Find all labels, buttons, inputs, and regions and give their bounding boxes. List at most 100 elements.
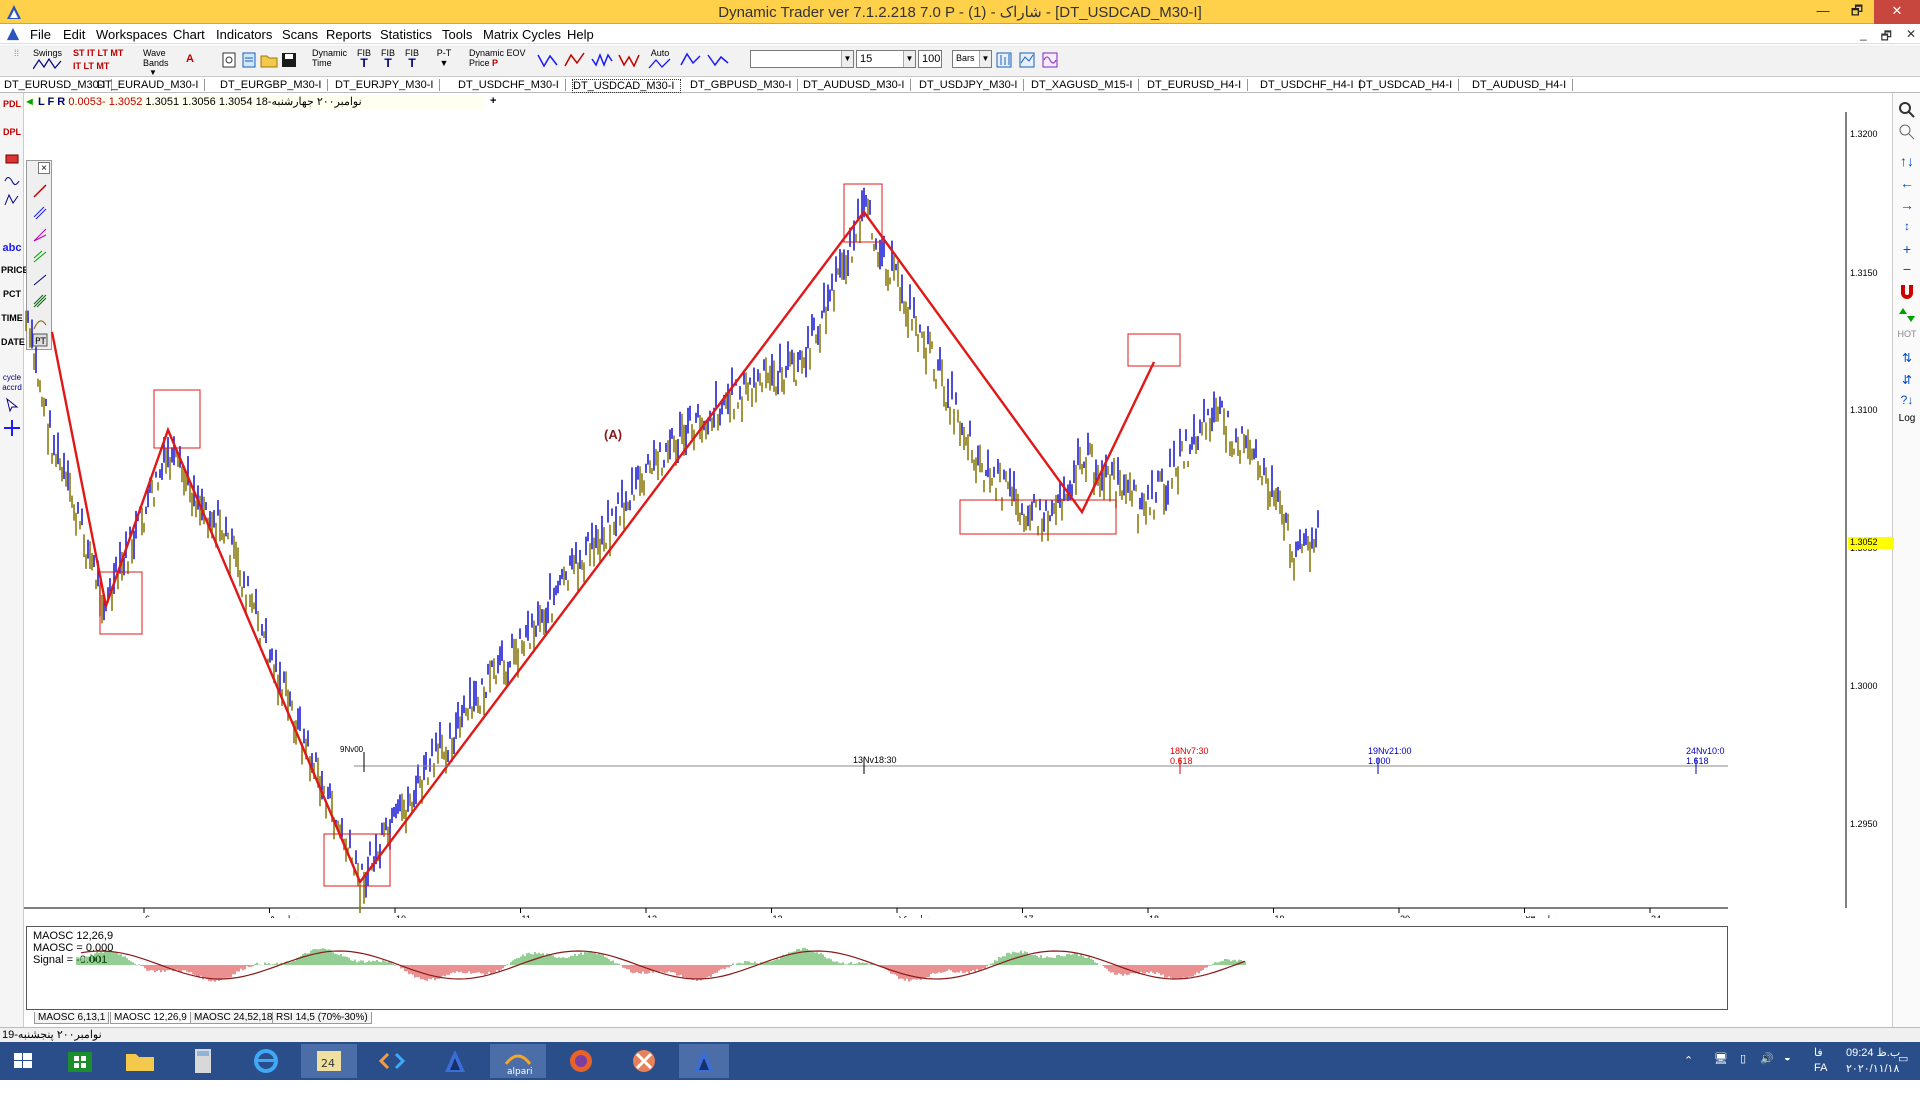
indicator-tab-2[interactable]: MAOSC 12,26,9	[110, 1012, 191, 1024]
tab-eurgbp-m30[interactable]: DT_EURGBP_M30-I	[220, 79, 329, 91]
store-icon[interactable]	[52, 1044, 108, 1078]
pattern-abcd-icon[interactable]	[537, 51, 559, 69]
pattern-zigzag-icon[interactable]	[618, 51, 640, 69]
bars-count-input[interactable]: 100	[918, 50, 942, 68]
a-button[interactable]: A	[186, 54, 198, 80]
pdl-button[interactable]: PDL	[1, 99, 23, 109]
save-icon[interactable]	[280, 51, 298, 69]
swing-mt-button[interactable]: MT	[110, 48, 123, 58]
eraser-icon[interactable]	[4, 151, 20, 167]
pointer-icon[interactable]	[4, 397, 20, 413]
restore-button[interactable]: 🗗	[1840, 0, 1874, 24]
language-indicator[interactable]: FA	[1814, 1062, 1827, 1100]
chart-wave-icon[interactable]	[1041, 51, 1059, 69]
tab-usdchf-m30[interactable]: DT_USDCHF_M30-I	[458, 79, 566, 91]
indicator-panel[interactable]: MAOSC 12,26,9 MAOSC = 0.000 Signal = -0.…	[26, 926, 1728, 1010]
swing-mt-button-2[interactable]: MT	[96, 61, 109, 71]
swing-it-button[interactable]: IT	[87, 48, 95, 58]
up-down-icon[interactable]	[1898, 307, 1916, 323]
swings-button[interactable]: Swings	[32, 48, 69, 74]
menu-tools[interactable]: Tools	[442, 27, 472, 42]
price-button[interactable]: PRICE	[1, 265, 29, 275]
zoom-icon[interactable]	[1898, 101, 1916, 119]
firefox-icon[interactable]	[553, 1044, 609, 1078]
menu-scans[interactable]: Scans	[282, 27, 318, 42]
battery-icon[interactable]: ▯	[1740, 1052, 1746, 1090]
file-explorer-icon[interactable]	[112, 1044, 168, 1078]
volume-icon[interactable]: 🔊	[1760, 1052, 1774, 1090]
doc-logo-icon[interactable]	[6, 27, 20, 41]
dynamic-price-button[interactable]: Dynamic EOV Price P	[469, 48, 529, 74]
menu-reports[interactable]: Reports	[326, 27, 372, 42]
price-chart[interactable]: 9Nv00 13Nv18:30 18Nv7:30 0.618 19Nv21:00…	[24, 112, 1892, 925]
internet-explorer-icon[interactable]	[238, 1044, 294, 1078]
wave-tool-icon[interactable]	[4, 173, 20, 187]
dynamic-trader-active-icon[interactable]	[679, 1044, 729, 1078]
chart-compare-icon[interactable]	[1018, 51, 1036, 69]
pattern-trough-icon[interactable]	[707, 51, 729, 69]
windows-start-icon[interactable]	[0, 1044, 46, 1078]
compress-icon[interactable]: ↕	[1895, 219, 1919, 233]
minus-icon[interactable]: −	[1895, 261, 1919, 277]
fib-time-button-3[interactable]: FIB T	[402, 48, 422, 74]
menu-chart[interactable]: Chart	[173, 27, 205, 42]
dynamic-time-button[interactable]: Dynamic Time	[312, 48, 352, 74]
data-file-icon[interactable]	[240, 51, 258, 69]
cycle-accrd-button[interactable]: cycle accrd	[1, 373, 23, 393]
tab-usdcad-m30[interactable]: DT_USDCAD_M30-I	[572, 79, 682, 93]
fib-time-button-2[interactable]: FIB T	[378, 48, 398, 74]
tab-audusd-h4[interactable]: DT_AUDUSD_H4-I	[1472, 79, 1574, 91]
abc-button[interactable]: abc	[1, 243, 23, 254]
pattern-up-icon[interactable]	[564, 51, 586, 69]
dpl-button[interactable]: DPL	[1, 127, 23, 137]
open-folder-icon[interactable]	[260, 51, 278, 69]
menu-file[interactable]: File	[30, 27, 51, 42]
close-button[interactable]: ✕	[1874, 0, 1920, 24]
plus-icon[interactable]: +	[1895, 241, 1919, 257]
network-icon[interactable]: 🖥	[1714, 1052, 1728, 1090]
wifi-icon[interactable]: ◒	[1784, 1052, 1791, 1090]
tab-audusd-m30[interactable]: DT_AUDUSD_M30-I	[803, 79, 912, 91]
bars-unit-select[interactable]: Bars ▼	[952, 50, 992, 68]
indicator-tab-3[interactable]: MAOSC 24,52,18	[190, 1012, 277, 1024]
swing-lt-button[interactable]: LT	[98, 48, 108, 58]
pattern-peak-icon[interactable]	[680, 51, 702, 69]
tab-usdcad-h4[interactable]: DT_USDCAD_H4-I	[1358, 79, 1460, 91]
vscode-icon[interactable]	[364, 1044, 420, 1078]
info-plus-icon[interactable]: +	[490, 95, 496, 107]
tab-usdjpy-m30[interactable]: DT_USDJPY_M30-I	[919, 79, 1025, 91]
menu-indicators[interactable]: Indicators	[216, 27, 272, 42]
tab-usdchf-h4[interactable]: DT_USDCHF_H4-I	[1260, 79, 1361, 91]
pt-button[interactable]: P-T ▼	[434, 48, 454, 74]
symbol-select[interactable]: ▼	[750, 50, 854, 68]
menu-matrix-cycles[interactable]: Matrix Cycles	[483, 27, 561, 42]
new-chart-icon[interactable]	[220, 51, 238, 69]
range-icon[interactable]: ⇵	[1895, 373, 1919, 387]
pattern-wave-icon[interactable]	[591, 51, 613, 69]
swing-it-button-2[interactable]: IT	[73, 61, 81, 71]
indicator-tab-4[interactable]: RSI 14,5 (70%-30%)	[272, 1012, 372, 1024]
search-icon[interactable]	[1898, 123, 1916, 141]
auto-button[interactable]: Auto	[645, 48, 675, 74]
indicator-tab-1[interactable]: MAOSC 6,13,1	[34, 1012, 110, 1024]
chart-grid-icon[interactable]	[995, 51, 1013, 69]
time-button[interactable]: TIME	[1, 313, 23, 323]
log-button[interactable]: Log	[1895, 413, 1919, 424]
magnet-icon[interactable]	[1898, 283, 1916, 301]
menu-statistics[interactable]: Statistics	[380, 27, 432, 42]
grip-handle[interactable]: ⁞⁞	[14, 48, 26, 74]
date-button[interactable]: DATE	[1, 337, 25, 347]
clock-date[interactable]: ۲۰۲۰/۱۱/۱۸	[1846, 1062, 1899, 1100]
menu-edit[interactable]: Edit	[63, 27, 85, 42]
tab-eurusd-h4[interactable]: DT_EURUSD_H4-I	[1147, 79, 1249, 91]
fib-time-button-1[interactable]: FIB T	[354, 48, 374, 74]
swing-lt-button-2[interactable]: LT	[84, 61, 94, 71]
minimize-button[interactable]: —	[1806, 0, 1840, 24]
hot-button[interactable]: HOT	[1895, 329, 1919, 339]
notifications-icon[interactable]: ▭	[1898, 1052, 1908, 1090]
crosshair-icon[interactable]	[3, 419, 21, 437]
arrow-right-icon[interactable]: →	[1895, 197, 1919, 213]
calendar-icon[interactable]: 24	[301, 1044, 357, 1078]
help-icon[interactable]: ?↓	[1895, 393, 1919, 407]
tool-app-icon[interactable]	[616, 1044, 672, 1078]
